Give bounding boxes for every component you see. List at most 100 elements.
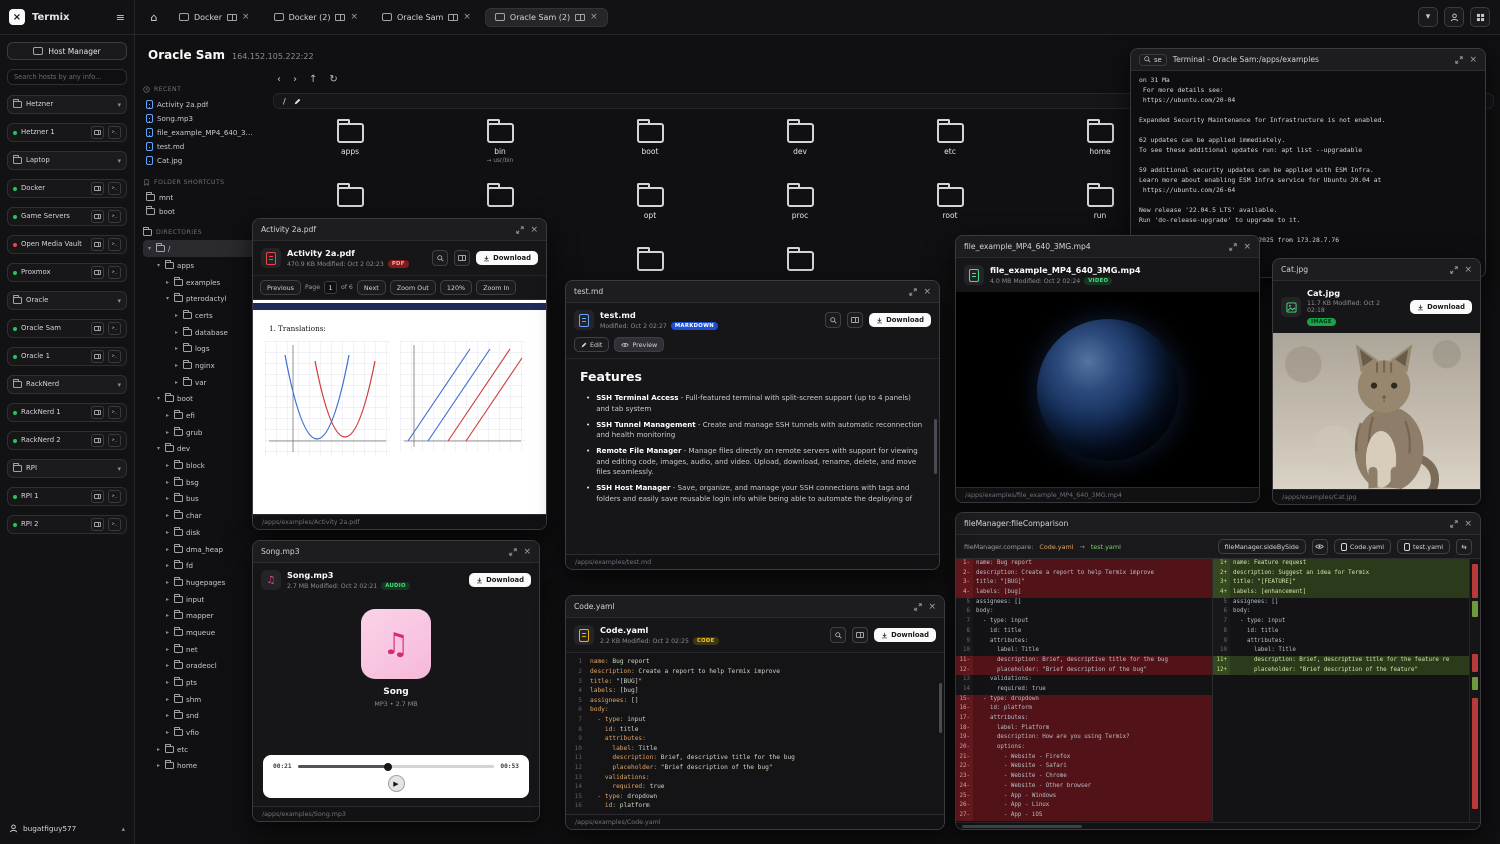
home-tab-button[interactable]: ⌂	[143, 6, 165, 28]
chevron-icon[interactable]: ▸	[164, 279, 171, 286]
folder-item[interactable]: opt	[575, 183, 725, 244]
download-button[interactable]: Download	[469, 573, 531, 587]
chevron-down-icon[interactable]: ▾	[117, 157, 121, 165]
chevron-down-icon[interactable]: ▾	[117, 465, 121, 473]
search-button[interactable]	[830, 627, 846, 643]
directory-tree-item[interactable]: ▸ mapper	[143, 607, 259, 624]
image-titlebar[interactable]: Cat.jpg ×	[1273, 259, 1480, 281]
side-by-side-button[interactable]: fileManager.sideBySide	[1218, 539, 1306, 554]
open-right-file-button[interactable]: test.yaml	[1397, 539, 1450, 554]
chevron-icon[interactable]: ▸	[164, 462, 171, 469]
terminal-icon[interactable]: >_	[108, 266, 121, 279]
sidebar-row[interactable]: RackNerd ▾ >_	[7, 375, 127, 394]
host-manager-button[interactable]: Host Manager	[7, 42, 127, 60]
previous-page-button[interactable]: Previous	[260, 280, 301, 295]
directory-tree-item[interactable]: ▸ dma_heap	[143, 541, 259, 558]
terminal-icon[interactable]: >_	[108, 182, 121, 195]
up-icon[interactable]: ↑	[309, 74, 317, 85]
back-icon[interactable]: ‹	[277, 74, 281, 85]
sidebar-row[interactable]: Oracle 1 ▾ >_	[7, 347, 127, 366]
directory-tree-item[interactable]: ▸ examples	[143, 274, 259, 291]
chevron-icon[interactable]: ▾	[155, 445, 162, 452]
scrollbar-thumb[interactable]	[939, 683, 942, 733]
recent-file-item[interactable]: file_example_MP4_640_3MG...	[143, 125, 259, 139]
chevron-icon[interactable]: ▸	[164, 579, 171, 586]
sidebar-row[interactable]: Hetzner 1 ▾ >_	[7, 123, 127, 142]
swap-files-button[interactable]: ⇆	[1456, 539, 1472, 555]
close-icon[interactable]: ×	[1243, 242, 1251, 252]
close-icon[interactable]: ×	[1464, 519, 1472, 529]
directory-tree-item[interactable]: ▸ oradeocl	[143, 658, 259, 675]
chevron-icon[interactable]: ▾	[155, 395, 162, 402]
profile-button[interactable]	[1444, 7, 1464, 27]
user-account[interactable]: bugatfiguy577 ▴	[7, 820, 127, 837]
terminal-icon[interactable]: >_	[108, 490, 121, 503]
close-icon[interactable]: ×	[242, 13, 250, 22]
sidebar-row[interactable]: Laptop ▾ >_	[7, 151, 127, 170]
chevron-icon[interactable]: ▾	[155, 262, 162, 269]
file-manager-icon[interactable]	[91, 350, 104, 363]
directory-tree-item[interactable]: ▸ home	[143, 758, 259, 775]
tab[interactable]: Docker ×	[169, 8, 260, 27]
directory-tree-item[interactable]: ▸ hugepages	[143, 574, 259, 591]
chevron-icon[interactable]: ▸	[164, 479, 171, 486]
sidebar-row[interactable]: RackNerd 1 ▾ >_	[7, 403, 127, 422]
host-search-input[interactable]	[7, 69, 127, 85]
refresh-icon[interactable]: ↻	[329, 74, 337, 85]
sidebar-row[interactable]: RPI 1 ▾ >_	[7, 487, 127, 506]
search-button[interactable]	[825, 312, 841, 328]
chevron-icon[interactable]: ▸	[155, 762, 162, 769]
directory-tree-item[interactable]: ▸ block	[143, 457, 259, 474]
close-icon[interactable]: ×	[463, 13, 471, 22]
directory-tree-item[interactable]: ▸ bus	[143, 491, 259, 508]
chevron-icon[interactable]: ▸	[173, 329, 180, 336]
sidebar-row[interactable]: Oracle Sam ▾ >_	[7, 319, 127, 338]
chevron-down-icon[interactable]: ▾	[117, 381, 121, 389]
chevron-icon[interactable]: ▸	[164, 562, 171, 569]
slider-handle[interactable]	[384, 763, 392, 771]
chevron-icon[interactable]: ▸	[164, 696, 171, 703]
sidebar-row[interactable]: RPI 2 ▾ >_	[7, 515, 127, 534]
open-left-file-button[interactable]: Code.yaml	[1334, 539, 1391, 554]
expand-icon[interactable]	[1455, 56, 1463, 64]
expand-icon[interactable]	[909, 288, 917, 296]
recent-file-item[interactable]: Cat.jpg	[143, 154, 259, 168]
terminal-icon[interactable]: >_	[108, 238, 121, 251]
chevron-icon[interactable]: ▾	[164, 295, 171, 302]
directory-tree-item[interactable]: ▾ apps	[143, 257, 259, 274]
play-button[interactable]: ▶	[388, 775, 405, 792]
code-titlebar[interactable]: Code.yaml ×	[566, 596, 944, 618]
pdf-page[interactable]: 1. Translations:	[253, 300, 546, 514]
chevron-icon[interactable]: ▸	[164, 596, 171, 603]
terminal-search-input[interactable]: se	[1139, 54, 1167, 66]
directory-tree-item[interactable]: ▸ shm	[143, 691, 259, 708]
sidebar-row[interactable]: Game Servers ▾ >_	[7, 207, 127, 226]
image-content[interactable]	[1273, 333, 1480, 489]
sidebar-row[interactable]: RPI ▾ >_	[7, 459, 127, 478]
directory-tree-item[interactable]: ▸ disk	[143, 524, 259, 541]
directory-tree-item[interactable]: ▾ /	[143, 240, 259, 257]
menu-icon[interactable]: ≡	[116, 11, 125, 24]
horizontal-scrollbar[interactable]	[956, 822, 1480, 829]
page-number-input[interactable]: 1	[324, 281, 337, 294]
close-icon[interactable]: ×	[928, 602, 936, 612]
terminal-icon[interactable]: >_	[108, 406, 121, 419]
expand-icon[interactable]	[516, 226, 524, 234]
sidebar-row[interactable]: Docker ▾ >_	[7, 179, 127, 198]
file-manager-icon[interactable]	[91, 518, 104, 531]
file-manager-icon[interactable]	[91, 266, 104, 279]
recent-file-item[interactable]: Song.mp3	[143, 111, 259, 125]
close-icon[interactable]: ×	[923, 287, 931, 297]
directory-tree-item[interactable]: ▾ pterodactyl	[143, 290, 259, 307]
chevron-down-icon[interactable]: ▾	[117, 101, 121, 109]
file-manager-icon[interactable]	[91, 322, 104, 335]
preview-button[interactable]: Preview	[614, 337, 664, 352]
tab[interactable]: Oracle Sam (2) ×	[485, 8, 608, 27]
split-icon[interactable]	[575, 14, 585, 21]
apps-grid-button[interactable]	[1470, 7, 1490, 27]
download-button[interactable]: Download	[476, 251, 538, 265]
split-icon[interactable]	[227, 14, 237, 21]
terminal-icon[interactable]: >_	[108, 210, 121, 223]
chevron-icon[interactable]: ▸	[173, 345, 180, 352]
file-manager-icon[interactable]	[91, 406, 104, 419]
